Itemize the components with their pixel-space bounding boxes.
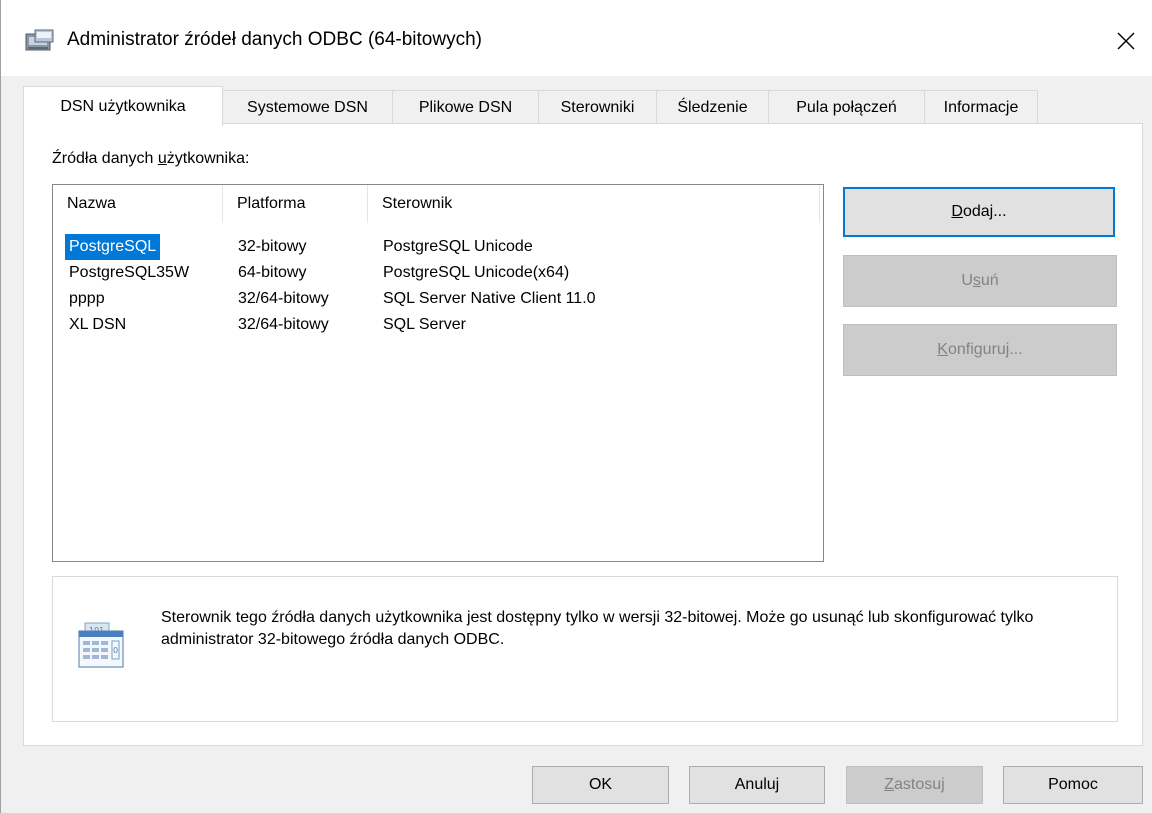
dsn-list-view[interactable]: Nazwa Platforma Sterownik PostgreSQL 32-… <box>52 184 824 562</box>
tab-system-dsn[interactable]: Systemowe DSN <box>222 90 393 124</box>
dsn-name: PostgreSQL35W <box>69 264 190 281</box>
add-button[interactable]: Dodaj... <box>843 187 1115 237</box>
tab-label: Informacje <box>943 98 1019 116</box>
dsn-row[interactable]: XL DSN 32/64-bitowy SQL Server <box>53 312 823 338</box>
dsn-platform: 32/64-bitowy <box>238 290 329 307</box>
button-label: OK <box>588 776 613 793</box>
odbc-dialog-window: Administrator źródeł danych ODBC (64-bit… <box>0 0 1152 813</box>
tab-panel-user-dsn: Źródła danych użytkownika: Nazwa Platfor… <box>23 123 1143 746</box>
button-label: Anuluj <box>734 776 780 793</box>
label-accelerator: u <box>157 150 167 167</box>
cancel-button[interactable]: Anuluj <box>689 766 825 804</box>
tab-label: Sterowniki <box>560 98 635 116</box>
dsn-name: PostgreSQL <box>65 234 161 260</box>
button-accelerator: s <box>972 272 981 289</box>
remove-button[interactable]: Us uń <box>843 255 1117 307</box>
dsn-platform: 64-bitowy <box>238 264 307 281</box>
tab-about[interactable]: Informacje <box>924 90 1038 124</box>
dsn-driver: PostgreSQL Unicode(x64) <box>383 264 570 281</box>
tab-user-dsn[interactable]: DSN użytkownika <box>23 86 223 126</box>
button-accelerator: D <box>951 203 963 220</box>
ok-button[interactable]: OK <box>532 766 669 804</box>
help-button[interactable]: Pomoc <box>1003 766 1143 804</box>
dsn-row[interactable]: pppp 32/64-bitowy SQL Server Native Clie… <box>53 286 823 312</box>
title-bar: Administrator źródeł danych ODBC (64-bit… <box>1 0 1152 76</box>
button-accelerator: Z <box>884 776 895 793</box>
svg-text:0: 0 <box>113 646 118 655</box>
label-part: Źródła danych <box>52 150 158 167</box>
tab-label: Pula połączeń <box>796 98 897 116</box>
dsn-driver: SQL Server Native Client 11.0 <box>383 290 596 307</box>
tab-label: Śledzenie <box>677 98 748 116</box>
column-header-label: Nazwa <box>67 195 116 212</box>
user-data-sources-label: Źródła danych użytkownika: <box>52 150 249 168</box>
dsn-driver: SQL Server <box>383 316 466 333</box>
button-label-part: odaj... <box>962 203 1007 220</box>
tab-tracing[interactable]: Śledzenie <box>656 90 769 124</box>
tab-label: Systemowe DSN <box>247 98 368 116</box>
info-box: 101 0 Sterownik tego źródła danych użytk… <box>52 576 1118 722</box>
dsn-name: pppp <box>69 290 105 307</box>
tab-connection-pooling[interactable]: Pula połączeń <box>768 90 925 124</box>
button-label: Pomoc <box>1048 776 1098 793</box>
apply-button[interactable]: Zastosuj <box>846 766 983 804</box>
tab-drivers[interactable]: Sterowniki <box>538 90 657 124</box>
dsn-platform: 32/64-bitowy <box>238 316 329 333</box>
dsn-name: XL DSN <box>69 316 127 333</box>
close-icon <box>1117 32 1135 50</box>
tab-strip: DSN użytkownika Systemowe DSN Plikowe DS… <box>23 86 1123 126</box>
button-label-part: astosuj <box>894 776 945 793</box>
dsn-row[interactable]: PostgreSQL 32-bitowy PostgreSQL Unicode <box>53 234 823 260</box>
button-label-part: U <box>961 272 973 289</box>
tab-label: DSN użytkownika <box>60 97 186 115</box>
label-part: żytkownika: <box>166 150 250 167</box>
button-label-part: onfiguruj... <box>947 341 1023 358</box>
dsn-row[interactable]: PostgreSQL35W 64-bitowy PostgreSQL Unico… <box>53 260 823 286</box>
column-header-label: Sterownik <box>382 195 453 212</box>
close-button[interactable] <box>1099 14 1152 68</box>
button-accelerator: K <box>937 341 948 358</box>
info-message: Sterownik tego źródła danych użytkownika… <box>161 609 1034 648</box>
column-header-name[interactable]: Nazwa <box>53 185 223 223</box>
odbc-app-icon <box>25 28 55 54</box>
dsn-platform: 32-bitowy <box>238 238 307 255</box>
button-label-part: uń <box>980 272 999 289</box>
configure-button[interactable]: Konfiguruj... <box>843 324 1117 376</box>
dsn-driver: PostgreSQL Unicode <box>383 238 533 255</box>
window-title: Administrator źródeł danych ODBC (64-bit… <box>67 29 482 50</box>
column-header-platform[interactable]: Platforma <box>223 185 368 223</box>
tab-file-dsn[interactable]: Plikowe DSN <box>392 90 539 124</box>
data-source-info-icon: 101 0 <box>75 617 127 677</box>
column-header-label: Platforma <box>237 195 306 212</box>
tab-label: Plikowe DSN <box>418 98 513 116</box>
column-header-driver[interactable]: Sterownik <box>368 185 820 223</box>
